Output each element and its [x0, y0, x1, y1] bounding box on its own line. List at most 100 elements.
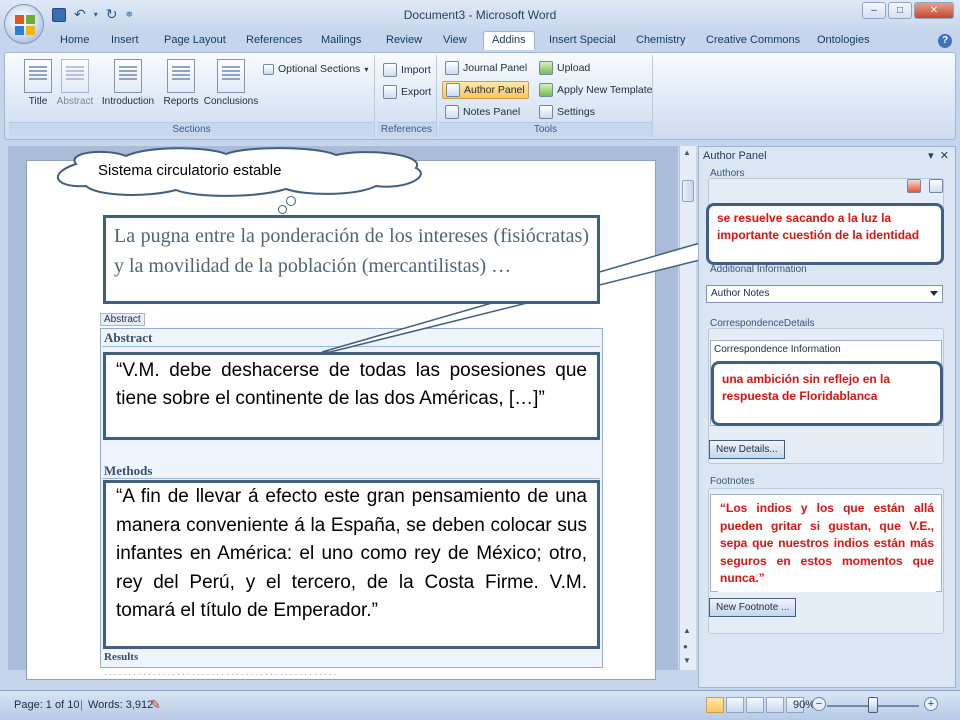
quote-box-pugna[interactable]: La pugna entre la ponderación de los int…	[103, 215, 600, 304]
new-details-button[interactable]: New Details...	[709, 440, 785, 459]
upload-label: Upload	[557, 62, 591, 74]
zoom-in-icon[interactable]: +	[924, 697, 938, 711]
author-notes-dropdown[interactable]: Author Notes	[706, 285, 943, 303]
document-icon	[114, 59, 142, 93]
ribbon-tabs: Home Insert Page Layout References Maili…	[0, 30, 960, 52]
web-layout-view-icon[interactable]	[746, 697, 764, 713]
reports-section-label: Reports	[163, 96, 199, 107]
ribbon: Title Abstract Introduction Reports Conc…	[4, 52, 956, 140]
chevron-down-icon	[930, 291, 938, 296]
full-screen-view-icon[interactable]	[726, 697, 744, 713]
author-panel-button[interactable]: Author Panel	[442, 81, 529, 99]
tab-creative-commons[interactable]: Creative Commons	[706, 34, 800, 46]
export-button[interactable]: Export	[383, 85, 431, 99]
document-icon	[217, 59, 245, 93]
footnotes-label: Footnotes	[710, 476, 755, 487]
panel-controls: ▾ ✕	[928, 149, 949, 162]
checkbox-icon	[263, 63, 274, 75]
apply-template-label: Apply New Template	[557, 84, 653, 96]
conclusions-section-label: Conclusions	[203, 96, 259, 107]
document-icon	[167, 59, 195, 93]
proofing-icon[interactable]: ✎	[150, 697, 161, 713]
tab-review[interactable]: Review	[386, 34, 422, 46]
title-section-button[interactable]: Title	[21, 59, 55, 107]
page-count[interactable]: Page: 1 of 10	[14, 699, 79, 711]
panel-menu-icon[interactable]: ▾	[928, 150, 934, 162]
tab-home[interactable]: Home	[60, 34, 89, 46]
word-count[interactable]: Words: 3,912	[88, 699, 153, 711]
quote-box-vm[interactable]: “V.M. debe deshacerse de todas las poses…	[103, 352, 600, 440]
add-author-icon[interactable]	[907, 179, 921, 193]
window-title: Document3 - Microsoft Word	[403, 8, 557, 22]
status-bar: Page: 1 of 10 | Words: 3,912 ✎ 90% − +	[0, 690, 960, 720]
new-footnote-button[interactable]: New Footnote ...	[709, 598, 797, 617]
tab-mailings[interactable]: Mailings	[321, 34, 361, 46]
tab-insert[interactable]: Insert	[111, 34, 139, 46]
import-label: Import	[401, 64, 431, 76]
additional-info-label: Additional Information	[710, 264, 807, 275]
print-layout-view-icon[interactable]	[706, 697, 724, 713]
select-browse-icon[interactable]: ●	[683, 642, 688, 651]
maximize-button[interactable]: □	[888, 2, 912, 19]
tab-insert-special[interactable]: Insert Special	[549, 34, 616, 46]
abstract-tag[interactable]: Abstract	[100, 313, 145, 326]
introduction-section-button[interactable]: Introduction	[97, 59, 159, 107]
sections-group-label: Sections	[9, 122, 374, 136]
abstract-section-button[interactable]: Abstract	[55, 59, 95, 107]
introduction-section-label: Introduction	[101, 96, 155, 107]
office-button[interactable]	[4, 4, 44, 44]
template-icon	[539, 83, 553, 97]
next-page-icon[interactable]: ▼	[683, 656, 691, 665]
tab-view[interactable]: View	[443, 34, 467, 46]
identity-callout: se resuelve sacando a la luz la importan…	[706, 203, 944, 265]
conclusions-section-button[interactable]: Conclusions	[201, 59, 261, 107]
panel-close-icon[interactable]: ✕	[940, 150, 949, 162]
sections-group: Title Abstract Introduction Reports Conc…	[9, 55, 375, 137]
tab-references[interactable]: References	[246, 34, 302, 46]
notes-icon	[445, 105, 459, 119]
zoom-out-icon[interactable]: −	[812, 697, 826, 711]
import-icon	[383, 63, 397, 77]
outline-view-icon[interactable]	[766, 697, 784, 713]
journal-icon	[445, 61, 459, 75]
methods-heading: Methods	[104, 463, 153, 478]
results-heading: Results	[104, 651, 139, 663]
tab-ontologies[interactable]: Ontologies	[817, 34, 870, 46]
tools-group-label: Tools	[439, 122, 652, 136]
upload-icon	[539, 61, 553, 75]
window-controls: – □ ✕	[862, 2, 954, 19]
minimize-button[interactable]: –	[862, 2, 886, 19]
edit-author-icon[interactable]	[929, 179, 943, 193]
optional-sections-label: Optional Sections	[278, 63, 361, 75]
import-button[interactable]: Import	[383, 63, 431, 77]
upload-button[interactable]: Upload	[539, 61, 590, 75]
prev-page-icon[interactable]: ▲	[683, 626, 691, 635]
zoom-slider-knob[interactable]	[868, 697, 878, 713]
tab-addins[interactable]: Addins	[483, 31, 535, 50]
scroll-thumb[interactable]	[682, 180, 694, 202]
notes-panel-button[interactable]: Notes Panel	[445, 105, 520, 119]
close-button[interactable]: ✕	[914, 2, 954, 19]
apply-template-button[interactable]: Apply New Template	[539, 83, 653, 97]
export-label: Export	[401, 86, 432, 98]
settings-button[interactable]: Settings	[539, 105, 595, 119]
tab-chemistry[interactable]: Chemistry	[636, 34, 686, 46]
chevron-down-icon: ▾	[364, 64, 369, 74]
references-group: Import Export References	[377, 55, 437, 137]
quote-box-fin[interactable]: “A fin de llevar á efecto este gran pens…	[103, 480, 600, 649]
document-icon	[61, 59, 89, 93]
scroll-up-icon[interactable]: ▲	[683, 148, 691, 157]
document-icon	[24, 59, 52, 93]
settings-icon	[539, 105, 553, 119]
title-section-label: Title	[28, 96, 48, 107]
divider	[102, 346, 600, 347]
divider	[102, 478, 600, 479]
optional-sections-button[interactable]: Optional Sections ▾	[263, 63, 368, 75]
abstract-section-label: Abstract	[56, 96, 94, 107]
divider: |	[80, 699, 83, 711]
journal-panel-button[interactable]: Journal Panel	[445, 61, 527, 75]
vertical-scrollbar[interactable]: ▲ ▲ ● ▼	[679, 146, 696, 670]
tab-page-layout[interactable]: Page Layout	[164, 34, 226, 46]
reports-section-button[interactable]: Reports	[161, 59, 201, 107]
help-icon[interactable]: ?	[938, 34, 952, 48]
